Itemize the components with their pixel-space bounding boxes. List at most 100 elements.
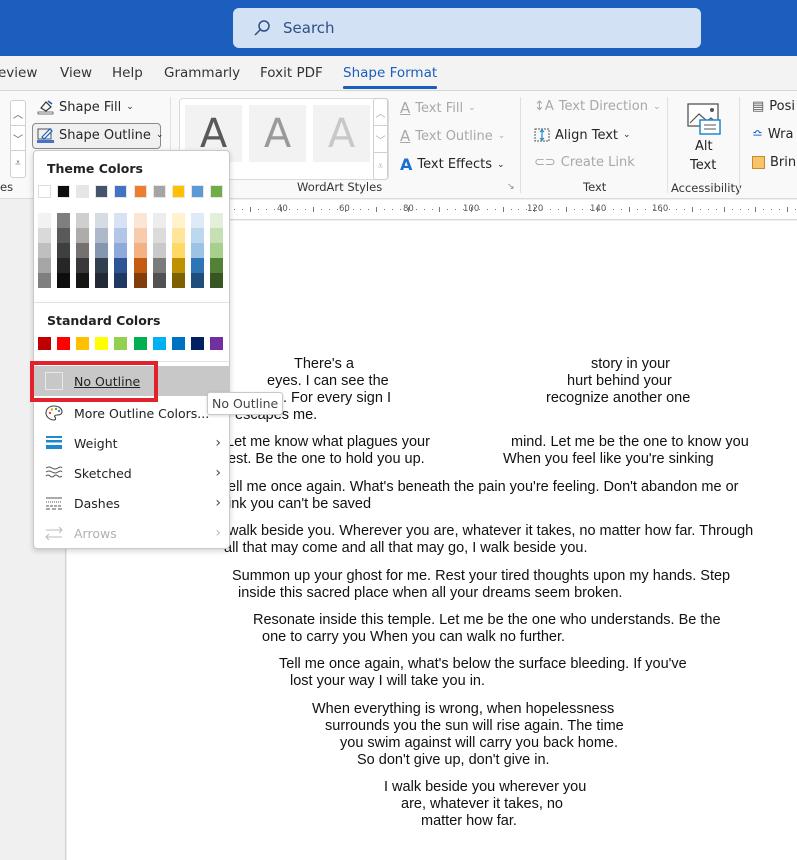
shape-outline-button-content[interactable]: Shape Outline ⌄ <box>37 127 163 143</box>
theme-color-swatch[interactable] <box>190 185 204 198</box>
theme-shade-swatch[interactable] <box>171 258 185 273</box>
theme-shade-swatch[interactable] <box>171 243 185 258</box>
theme-color-swatch[interactable] <box>38 185 51 198</box>
theme-shade-swatch[interactable] <box>190 243 204 258</box>
scroll-up-button[interactable]: ︿ <box>11 101 25 126</box>
arrows-menu-item[interactable]: Arrows › <box>34 518 229 548</box>
theme-shade-swatch[interactable] <box>133 213 147 228</box>
theme-shade-swatch[interactable] <box>152 213 166 228</box>
theme-shade-swatch[interactable] <box>114 243 128 258</box>
tab-shape-format[interactable]: Shape Format <box>343 65 438 89</box>
theme-shade-swatch[interactable] <box>209 273 223 288</box>
theme-shade-swatch[interactable] <box>95 228 109 243</box>
theme-shade-swatch[interactable] <box>76 228 90 243</box>
theme-shade-swatch[interactable] <box>190 213 204 228</box>
theme-shade-swatch[interactable] <box>38 243 51 258</box>
theme-shade-swatch[interactable] <box>114 273 128 288</box>
theme-shade-swatch[interactable] <box>209 228 223 243</box>
standard-color-swatch[interactable] <box>76 337 90 350</box>
theme-color-swatch[interactable] <box>95 185 109 198</box>
theme-shade-swatch[interactable] <box>114 228 128 243</box>
theme-color-swatch[interactable] <box>209 185 223 198</box>
tab-foxit-pdf[interactable]: Foxit PDF <box>260 65 323 81</box>
theme-shade-swatch[interactable] <box>57 273 71 288</box>
theme-shade-swatch[interactable] <box>76 243 90 258</box>
theme-shade-swatch[interactable] <box>190 258 204 273</box>
theme-shade-swatch[interactable] <box>38 258 51 273</box>
theme-color-swatch[interactable] <box>76 185 90 198</box>
theme-shade-swatch[interactable] <box>114 258 128 273</box>
theme-shade-swatch[interactable] <box>95 213 109 228</box>
standard-color-swatch[interactable] <box>114 337 128 350</box>
theme-shade-swatch[interactable] <box>133 273 147 288</box>
position-button[interactable]: ▤ Posi <box>752 99 795 114</box>
theme-color-swatch[interactable] <box>114 185 128 198</box>
theme-shade-swatch[interactable] <box>209 243 223 258</box>
wrap-text-button[interactable]: ≏ Wra <box>752 127 794 142</box>
standard-color-swatch[interactable] <box>171 337 185 350</box>
horizontal-ruler[interactable]: 40 60 80 100 120 140 160 <box>230 200 797 220</box>
standard-color-swatch[interactable] <box>38 337 51 350</box>
text-effects-button[interactable]: A Text Effects ⌄ <box>400 155 505 174</box>
theme-color-swatch[interactable] <box>152 185 166 198</box>
scroll-down-button[interactable]: ﹀ <box>374 126 387 153</box>
shape-fill-button[interactable]: Shape Fill ⌄ <box>37 99 134 115</box>
tab-help[interactable]: Help <box>112 65 143 81</box>
theme-shade-swatch[interactable] <box>209 258 223 273</box>
dashes-menu-item[interactable]: Dashes › <box>34 488 229 518</box>
text-fill-button[interactable]: A Text Fill ⌄ <box>400 99 476 117</box>
tab-view[interactable]: View <box>60 65 92 81</box>
theme-shade-swatch[interactable] <box>76 273 90 288</box>
theme-shade-swatch[interactable] <box>76 258 90 273</box>
theme-shade-swatch[interactable] <box>171 228 185 243</box>
tab-grammarly[interactable]: Grammarly <box>164 65 240 81</box>
theme-shade-swatch[interactable] <box>57 213 71 228</box>
theme-shade-swatch[interactable] <box>190 273 204 288</box>
theme-shade-swatch[interactable] <box>152 273 166 288</box>
theme-shade-swatch[interactable] <box>171 273 185 288</box>
theme-shade-swatch[interactable] <box>133 243 147 258</box>
theme-shade-swatch[interactable] <box>38 213 51 228</box>
weight-menu-item[interactable]: Weight › <box>34 428 229 458</box>
theme-shade-swatch[interactable] <box>38 228 51 243</box>
search-box[interactable]: Search <box>233 8 701 48</box>
alt-text-button[interactable]: Alt Text <box>680 100 730 176</box>
theme-shade-swatch[interactable] <box>57 228 71 243</box>
align-text-button[interactable]: Align Text ⌄ <box>534 127 631 143</box>
sketched-menu-item[interactable]: Sketched › <box>34 458 229 488</box>
dialog-launcher-icon[interactable]: ↘ <box>507 181 515 192</box>
standard-color-swatch[interactable] <box>133 337 147 350</box>
theme-shade-swatch[interactable] <box>95 243 109 258</box>
tab-review[interactable]: eview <box>0 65 37 81</box>
more-styles-button[interactable]: ⩡ <box>11 151 25 176</box>
create-link-button[interactable]: ⊂⊃ Create Link <box>534 155 635 170</box>
standard-color-swatch[interactable] <box>57 337 71 350</box>
scroll-up-button[interactable]: ︿ <box>374 99 387 126</box>
theme-shade-swatch[interactable] <box>57 258 71 273</box>
theme-shade-swatch[interactable] <box>133 228 147 243</box>
theme-shade-swatch[interactable] <box>95 273 109 288</box>
more-styles-button[interactable]: ⩡ <box>374 153 387 179</box>
theme-shade-swatch[interactable] <box>133 258 147 273</box>
standard-color-swatch[interactable] <box>190 337 204 350</box>
theme-shade-swatch[interactable] <box>76 213 90 228</box>
text-direction-button[interactable]: ↕A Text Direction ⌄ <box>534 99 661 114</box>
theme-shade-swatch[interactable] <box>57 243 71 258</box>
theme-shade-swatch[interactable] <box>171 213 185 228</box>
wordart-sample-3[interactable]: A <box>313 105 370 162</box>
text-outline-button[interactable]: A Text Outline ⌄ <box>400 127 505 145</box>
theme-shade-swatch[interactable] <box>152 243 166 258</box>
theme-shade-swatch[interactable] <box>114 213 128 228</box>
more-outline-colors-menu-item[interactable]: More Outline Colors... <box>34 398 229 428</box>
wordart-sample-2[interactable]: A <box>249 105 306 162</box>
theme-shade-swatch[interactable] <box>209 213 223 228</box>
bring-forward-button[interactable]: Brin <box>752 155 796 170</box>
theme-shade-swatch[interactable] <box>152 258 166 273</box>
scroll-down-button[interactable]: ﹀ <box>11 126 25 151</box>
theme-shade-swatch[interactable] <box>152 228 166 243</box>
theme-shade-swatch[interactable] <box>38 273 51 288</box>
theme-shade-swatch[interactable] <box>190 228 204 243</box>
theme-color-swatch[interactable] <box>57 185 71 198</box>
theme-color-swatch[interactable] <box>133 185 147 198</box>
standard-color-swatch[interactable] <box>152 337 166 350</box>
